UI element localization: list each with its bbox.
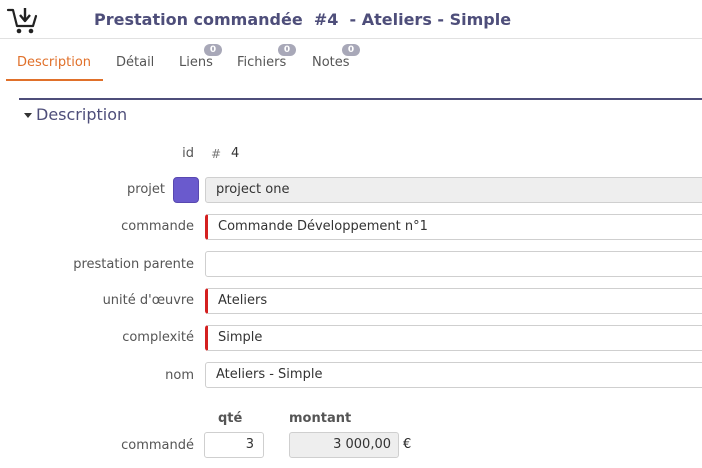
caret-down-icon — [24, 113, 32, 118]
projet-label: projet — [127, 182, 165, 197]
tab-label: Notes — [312, 55, 350, 70]
commande-label: commande — [121, 219, 194, 234]
tab-liens[interactable]: 0 Liens — [170, 40, 222, 81]
section-title: Description — [36, 105, 128, 124]
commande-qty-row-label: commandé — [121, 438, 194, 453]
hash-icon: # — [211, 147, 222, 161]
title-bar: Prestation commandée #4 - Ateliers - Sim… — [0, 0, 702, 39]
tab-label: Liens — [179, 55, 213, 70]
project-color-swatch — [173, 177, 199, 203]
tab-fichiers[interactable]: 0 Fichiers — [230, 40, 300, 81]
tab-description[interactable]: Description — [6, 40, 103, 81]
nom-field[interactable]: Ateliers - Simple — [205, 362, 702, 388]
complexite-field[interactable]: Simple — [205, 325, 702, 351]
tab-label: Description — [17, 55, 92, 70]
page-title: Prestation commandée #4 - Ateliers - Sim… — [94, 10, 512, 29]
amount-field[interactable]: 3 000,00 — [289, 432, 399, 458]
tab-label: Fichiers — [237, 55, 287, 70]
qty-column-header: qté — [218, 411, 243, 426]
unite-oeuvre-field[interactable]: Ateliers — [205, 288, 702, 314]
id-value: 4 — [231, 146, 240, 161]
id-label: id — [182, 146, 194, 161]
prestation-parente-field[interactable] — [205, 251, 702, 277]
tab-detail[interactable]: Détail — [108, 40, 163, 81]
tab-label: Détail — [116, 55, 155, 70]
cart-download-icon — [6, 8, 38, 34]
projet-field[interactable]: project one — [205, 177, 702, 203]
unite-oeuvre-label: unité d'œuvre — [102, 293, 194, 308]
commande-field[interactable]: Commande Développement n°1 — [205, 214, 702, 240]
prestation-parente-label: prestation parente — [73, 257, 194, 272]
complexite-label: complexité — [122, 330, 194, 345]
nom-label: nom — [165, 368, 194, 383]
tab-bar: Description Détail 0 Liens 0 Fichiers 0 … — [0, 40, 702, 82]
section-separator — [19, 98, 702, 100]
tab-notes[interactable]: 0 Notes — [305, 40, 365, 81]
amount-column-header: montant — [289, 411, 352, 426]
currency-symbol: € — [403, 437, 412, 452]
qty-input[interactable]: 3 — [204, 432, 264, 458]
